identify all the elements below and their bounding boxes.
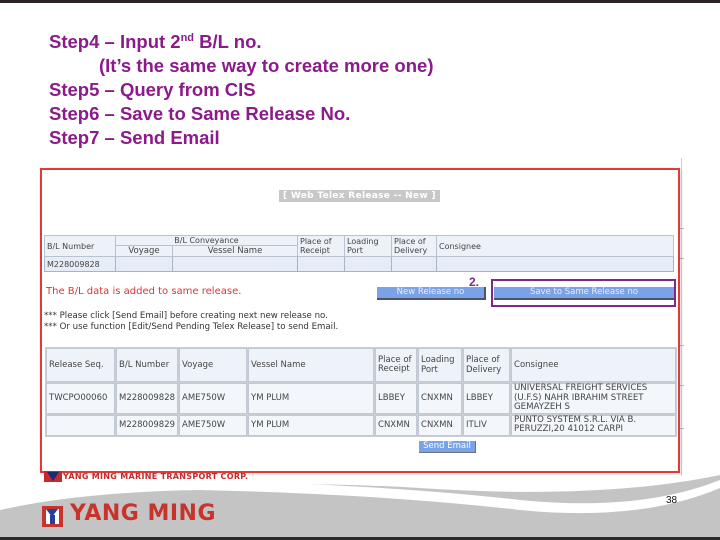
step-instructions: Step4 – Input 2nd B/L no. (It’s the same… bbox=[49, 30, 433, 150]
bl-number-input[interactable]: M228009828 bbox=[44, 256, 116, 272]
step6-line: Step6 – Save to Same Release No. bbox=[49, 103, 351, 124]
vessel-name-cell: YM PLUM bbox=[248, 383, 375, 414]
step7-line: Step7 – Send Email bbox=[49, 127, 220, 148]
window-title: [ Web Telex Release -- New ] bbox=[279, 190, 440, 202]
result-header: B/L Number bbox=[116, 348, 179, 382]
note-line: *** Please click [Send Email] before cre… bbox=[44, 311, 328, 321]
edge-tick bbox=[680, 258, 684, 259]
edge-tick bbox=[680, 228, 684, 229]
corp-logo-icon bbox=[44, 471, 62, 482]
release-seq-cell: TWCPO00060 bbox=[46, 383, 115, 414]
step4-line: Step4 – Input 2nd B/L no. bbox=[49, 30, 433, 54]
result-header: Consignee bbox=[511, 348, 677, 382]
place-of-delivery-cell: ITLIV bbox=[463, 414, 511, 436]
edge-tick bbox=[680, 345, 684, 346]
place-of-receipt-input[interactable] bbox=[297, 256, 345, 272]
place-of-receipt-cell: CNXMN bbox=[375, 414, 418, 436]
note-line: *** Or use function [Edit/Send Pending T… bbox=[44, 321, 339, 332]
vessel-name-input[interactable] bbox=[172, 256, 298, 272]
step5-line: Step5 – Query from CIS bbox=[49, 79, 256, 100]
header-place-of-receipt: Place of Receipt bbox=[297, 235, 345, 257]
corp-name: YANG MING MARINE TRANSPORT CORP. bbox=[63, 472, 249, 481]
step4-superscript: nd bbox=[180, 32, 195, 44]
highlight-box bbox=[491, 279, 676, 307]
voyage-cell: AME750W bbox=[179, 414, 248, 436]
result-header: Place of Delivery bbox=[463, 348, 511, 382]
page-number: 38 bbox=[666, 495, 678, 506]
bl-number-cell: M228009828 bbox=[116, 383, 179, 414]
step4-suffix: B/L no. bbox=[194, 31, 262, 52]
header-bl-number: B/L Number bbox=[44, 235, 116, 257]
voyage-cell: AME750W bbox=[179, 383, 248, 414]
header-conveyance: B/L Conveyance bbox=[115, 235, 298, 246]
loading-port-cell: CNXMN bbox=[418, 414, 463, 436]
bl-entry-table: B/L Number B/L Conveyance Place of Recei… bbox=[44, 235, 674, 272]
send-email-button[interactable]: Send Email bbox=[419, 441, 476, 453]
release-result-table: Release Seq. B/L Number Voyage Vessel Na… bbox=[45, 347, 678, 437]
consignee-cell: PUNTO SYSTEM S.R.L. VIA B. PERUZZI,20 41… bbox=[511, 414, 677, 436]
edge-tick bbox=[680, 385, 684, 386]
result-header: Release Seq. bbox=[46, 348, 115, 382]
loading-port-cell: CNXMN bbox=[418, 383, 463, 414]
place-of-delivery-input[interactable] bbox=[391, 256, 437, 272]
place-of-receipt-cell: LBBEY bbox=[375, 383, 418, 414]
table-row: TWCPO00060 M228009828 AME750W YM PLUM LB… bbox=[46, 383, 677, 414]
footer-brand: YANG MING bbox=[70, 501, 217, 526]
header-vessel-name: Vessel Name bbox=[172, 245, 298, 257]
result-header: Place of Receipt bbox=[375, 348, 418, 382]
header-consignee: Consignee bbox=[436, 235, 674, 257]
result-header-row: Release Seq. B/L Number Voyage Vessel Na… bbox=[46, 348, 677, 382]
bl-number-cell: M228009829 bbox=[116, 414, 179, 436]
voyage-input[interactable] bbox=[115, 256, 173, 272]
status-message: The B/L data is added to same release. bbox=[46, 286, 242, 297]
entry-header-row: B/L Number B/L Conveyance Place of Recei… bbox=[44, 235, 674, 257]
result-header: Loading Port bbox=[418, 348, 463, 382]
result-header: Vessel Name bbox=[248, 348, 375, 382]
header-voyage: Voyage bbox=[115, 245, 173, 257]
consignee-cell: UNIVERSAL FREIGHT SERVICES (U.F.S) NAHR … bbox=[511, 383, 677, 414]
consignee-input[interactable] bbox=[436, 256, 674, 272]
vessel-name-cell: YM PLUM bbox=[248, 414, 375, 436]
entry-input-row: M228009828 bbox=[44, 256, 674, 272]
release-seq-cell bbox=[46, 414, 115, 436]
slide-top-border bbox=[0, 0, 720, 3]
loading-port-input[interactable] bbox=[344, 256, 392, 272]
header-loading-port: Loading Port bbox=[344, 235, 392, 257]
yang-ming-logo-icon bbox=[42, 506, 63, 527]
new-release-button[interactable]: New Release no bbox=[377, 287, 486, 300]
edge-tick bbox=[680, 428, 684, 429]
step4-prefix: Step4 – Input 2 bbox=[49, 31, 181, 52]
table-row: M228009829 AME750W YM PLUM CNXMN CNXMN I… bbox=[46, 414, 677, 436]
step4-note: (It’s the same way to create more one) bbox=[99, 55, 434, 76]
result-header: Voyage bbox=[179, 348, 248, 382]
instruction-notes: *** Please click [Send Email] before cre… bbox=[44, 311, 338, 332]
header-place-of-delivery: Place of Delivery bbox=[391, 235, 437, 257]
place-of-delivery-cell: LBBEY bbox=[463, 383, 511, 414]
